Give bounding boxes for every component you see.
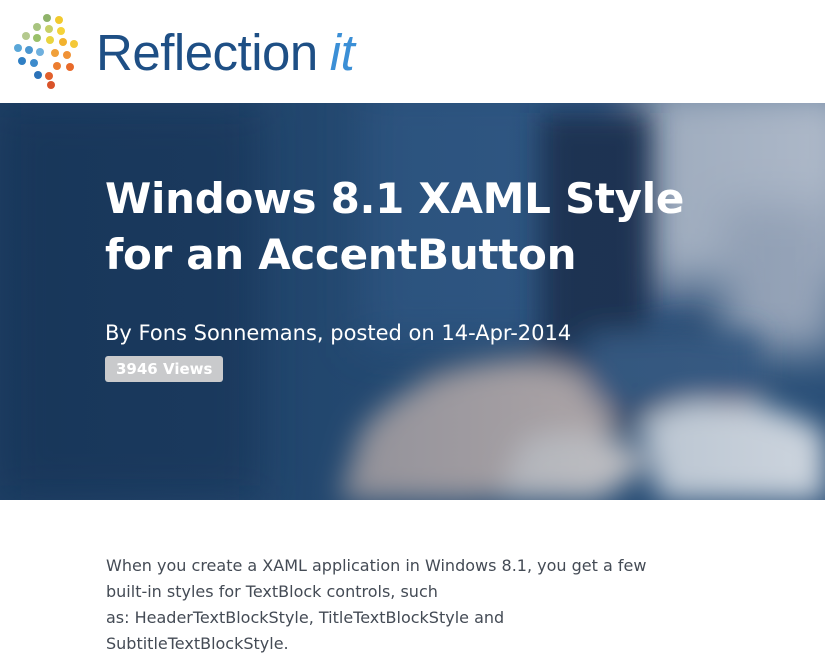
article-body: When you create a XAML application in Wi… xyxy=(106,553,666,657)
logo-text: Reflection xyxy=(96,24,318,81)
logo-wordmark: Reflection it xyxy=(96,23,355,83)
hero-banner: Windows 8.1 XAML Style for an AccentButt… xyxy=(0,103,825,500)
post-byline: By Fons Sonnemans, posted on 14-Apr-2014 xyxy=(105,321,572,345)
page-title: Windows 8.1 XAML Style for an AccentButt… xyxy=(105,174,685,279)
logo-suffix: it xyxy=(329,24,355,81)
site-logo-link[interactable]: Reflection it xyxy=(10,10,410,92)
site-header: Reflection it xyxy=(0,0,825,103)
hero-overlay xyxy=(0,103,825,500)
reflection-it-dots-logo-icon xyxy=(14,14,78,89)
article-paragraph-line: When you create a XAML application in Wi… xyxy=(106,556,647,575)
article-paragraph-line: as: HeaderTextBlockStyle, TitleTextBlock… xyxy=(106,608,505,653)
article-paragraph-line: built-in styles for TextBlock controls, … xyxy=(106,582,438,601)
views-count-badge: 3946 Views xyxy=(105,356,224,382)
